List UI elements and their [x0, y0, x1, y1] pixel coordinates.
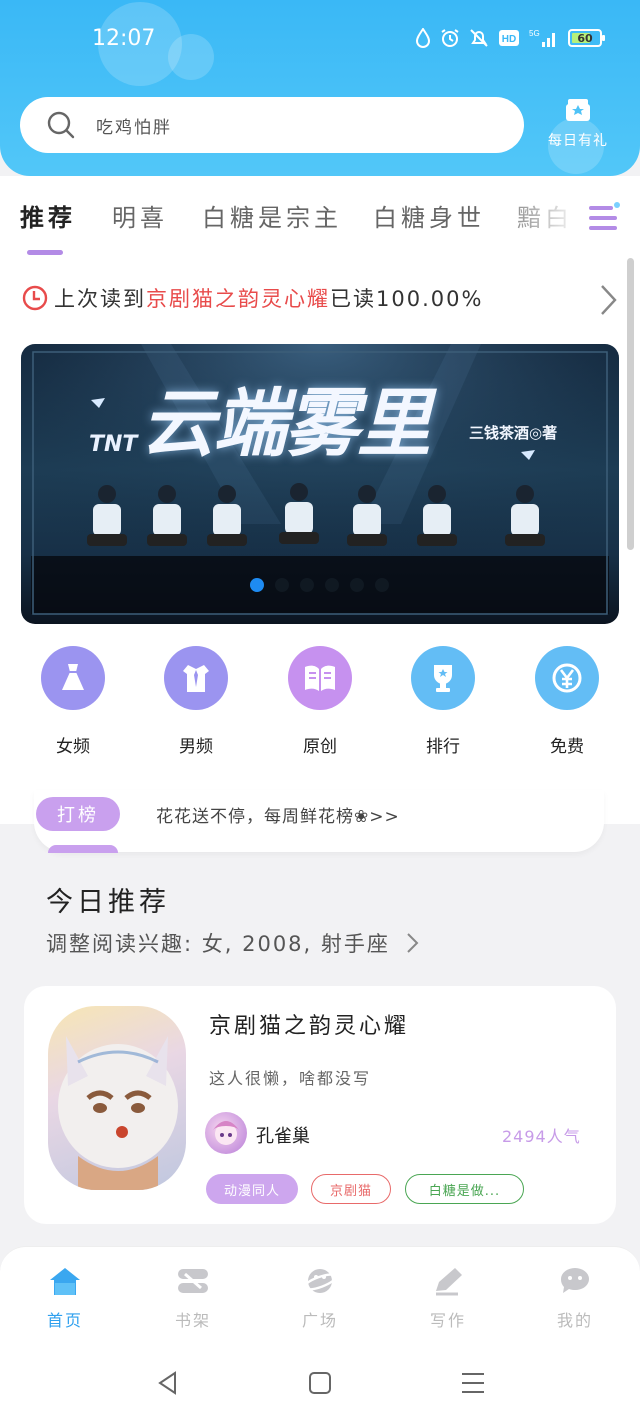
nav-label: 首页: [46, 1311, 83, 1330]
category-label: 女频: [56, 737, 90, 757]
svg-text:5G: 5G: [529, 29, 540, 38]
tab-mingxi[interactable]: 明喜: [112, 198, 168, 233]
back-icon[interactable]: [155, 1370, 181, 1396]
bottom-navigation: 首页 书架 广场 写作 我的: [0, 1246, 640, 1344]
book-card[interactable]: 京剧猫之韵灵心耀 这人很懒，啥都没写 孔雀巢 2494人气 动漫同人 京剧猫 白…: [24, 986, 616, 1224]
book-description: 这人很懒，啥都没写: [209, 1069, 372, 1088]
tabs-fade: [490, 190, 580, 240]
carousel-dot[interactable]: [250, 578, 264, 592]
carousel-dot[interactable]: [300, 578, 314, 592]
gift-box-icon: [566, 99, 590, 121]
carousel-dot[interactable]: [350, 578, 364, 592]
search-placeholder: 吃鸡怕胖: [96, 117, 172, 138]
svg-text:HD: HD: [502, 34, 516, 45]
book-title[interactable]: 京剧猫之韵灵心耀: [209, 1008, 409, 1040]
daily-gift-label: 每日有礼: [548, 133, 608, 149]
tab-baitang-shenshi[interactable]: 白糖身世: [373, 198, 485, 233]
battery-indicator: 60: [568, 29, 605, 47]
notice-tag-next: [48, 845, 118, 853]
banner-title: 云端雾里: [141, 381, 431, 467]
status-bar: 12:07 HD 5G 60: [0, 0, 640, 80]
author-name[interactable]: 孔雀巢: [256, 1122, 310, 1148]
banner-author: 三钱茶酒◎著: [469, 424, 558, 442]
last-read-prefix: 上次读到: [54, 287, 146, 311]
category-original[interactable]: 原创: [270, 646, 370, 757]
banner-tnt: TNT: [89, 432, 138, 457]
bookshelf-icon: [178, 1269, 208, 1293]
book-tag[interactable]: 白糖是做...: [405, 1174, 524, 1204]
category-ranking[interactable]: 排行: [393, 646, 493, 757]
carousel-dot[interactable]: [325, 578, 339, 592]
book-cover-art: [58, 1036, 178, 1190]
search-icon: [47, 111, 75, 139]
chevron-right-icon: [406, 933, 419, 953]
recents-menu-icon[interactable]: [460, 1370, 486, 1396]
book-cover[interactable]: [48, 1006, 186, 1190]
scrollbar[interactable]: [627, 258, 634, 550]
banner-carousel[interactable]: TNT 云端雾里 三钱茶酒◎著: [21, 344, 619, 624]
category-female[interactable]: 女频: [23, 646, 123, 757]
tab-baitang-zongzhu[interactable]: 白糖是宗主: [202, 198, 342, 233]
category-label: 排行: [426, 737, 460, 757]
tabs-menu-icon[interactable]: [585, 200, 621, 236]
trophy-icon: [434, 665, 452, 692]
reading-interest-text: 调整阅读兴趣: 女, 2008, 射手座: [46, 932, 390, 956]
shirt-icon: [183, 665, 209, 692]
chat-face-icon: [560, 1268, 590, 1293]
nav-square[interactable]: 广场: [275, 1265, 365, 1331]
yen-coin-icon: [552, 663, 582, 693]
category-male[interactable]: 男频: [146, 646, 246, 757]
planet-icon: [302, 1269, 338, 1293]
system-navigation-bar: [0, 1344, 640, 1422]
alarm-clock-icon: [441, 29, 459, 47]
book-open-icon: [305, 665, 335, 691]
category-free[interactable]: 免费: [517, 646, 617, 757]
signal-5g-icon: 5G: [529, 29, 555, 47]
hd-icon: HD: [499, 30, 519, 46]
last-read-progress: 已读100.00%: [330, 287, 484, 311]
book-tag[interactable]: 动漫同人: [206, 1174, 298, 1204]
chevron-right-icon[interactable]: [598, 284, 618, 316]
category-label: 男频: [179, 737, 213, 757]
notice-text: 花花送不停，每周鲜花榜❀>>: [156, 807, 400, 827]
water-drop-icon: [415, 28, 431, 48]
last-read-bar[interactable]: 上次读到 京剧猫之韵灵心耀 已读100.00%: [22, 283, 483, 313]
bell-muted-icon: [470, 29, 488, 47]
status-time: 12:07: [92, 26, 156, 51]
nav-label: 写作: [429, 1311, 466, 1330]
nav-label: 书架: [174, 1311, 211, 1330]
daily-gift-button[interactable]: 每日有礼: [540, 96, 616, 150]
author-avatar[interactable]: [205, 1112, 247, 1154]
dress-icon: [62, 664, 84, 690]
reading-interest-link[interactable]: 调整阅读兴趣: 女, 2008, 射手座: [46, 928, 421, 958]
book-tag[interactable]: 京剧猫: [311, 1174, 391, 1204]
section-title: 今日推荐: [46, 887, 170, 918]
clock-icon: [22, 285, 48, 311]
nav-label: 我的: [556, 1311, 593, 1330]
last-read-book: 京剧猫之韵灵心耀: [146, 287, 330, 311]
category-label: 免费: [550, 737, 584, 757]
pen-icon: [436, 1268, 462, 1296]
search-bar[interactable]: 吃鸡怕胖: [20, 97, 524, 153]
app-header: 12:07 HD 5G 60 吃鸡怕胖 每日有礼: [0, 0, 640, 176]
status-icons: HD 5G 60: [415, 28, 605, 48]
nav-mine[interactable]: 我的: [530, 1265, 620, 1331]
active-tab-indicator: [27, 250, 63, 255]
nav-bookshelf[interactable]: 书架: [148, 1265, 238, 1331]
nav-label: 广场: [301, 1311, 338, 1330]
notice-tag: 打榜: [36, 797, 120, 831]
carousel-dot[interactable]: [275, 578, 289, 592]
category-label: 原创: [303, 737, 337, 757]
nav-write[interactable]: 写作: [403, 1265, 493, 1331]
category-grid: 女频 男频 原创 排行 免费: [0, 646, 640, 766]
tab-recommend[interactable]: 推荐: [20, 198, 76, 233]
nav-home[interactable]: 首页: [20, 1265, 110, 1331]
popularity-count: 2494人气: [502, 1127, 581, 1146]
notice-bar[interactable]: 打榜 花花送不停，每周鲜花榜❀>>: [34, 790, 604, 853]
carousel-dots: [250, 578, 389, 592]
home-square-icon[interactable]: [307, 1370, 333, 1396]
carousel-dot[interactable]: [375, 578, 389, 592]
home-icon: [50, 1268, 80, 1295]
